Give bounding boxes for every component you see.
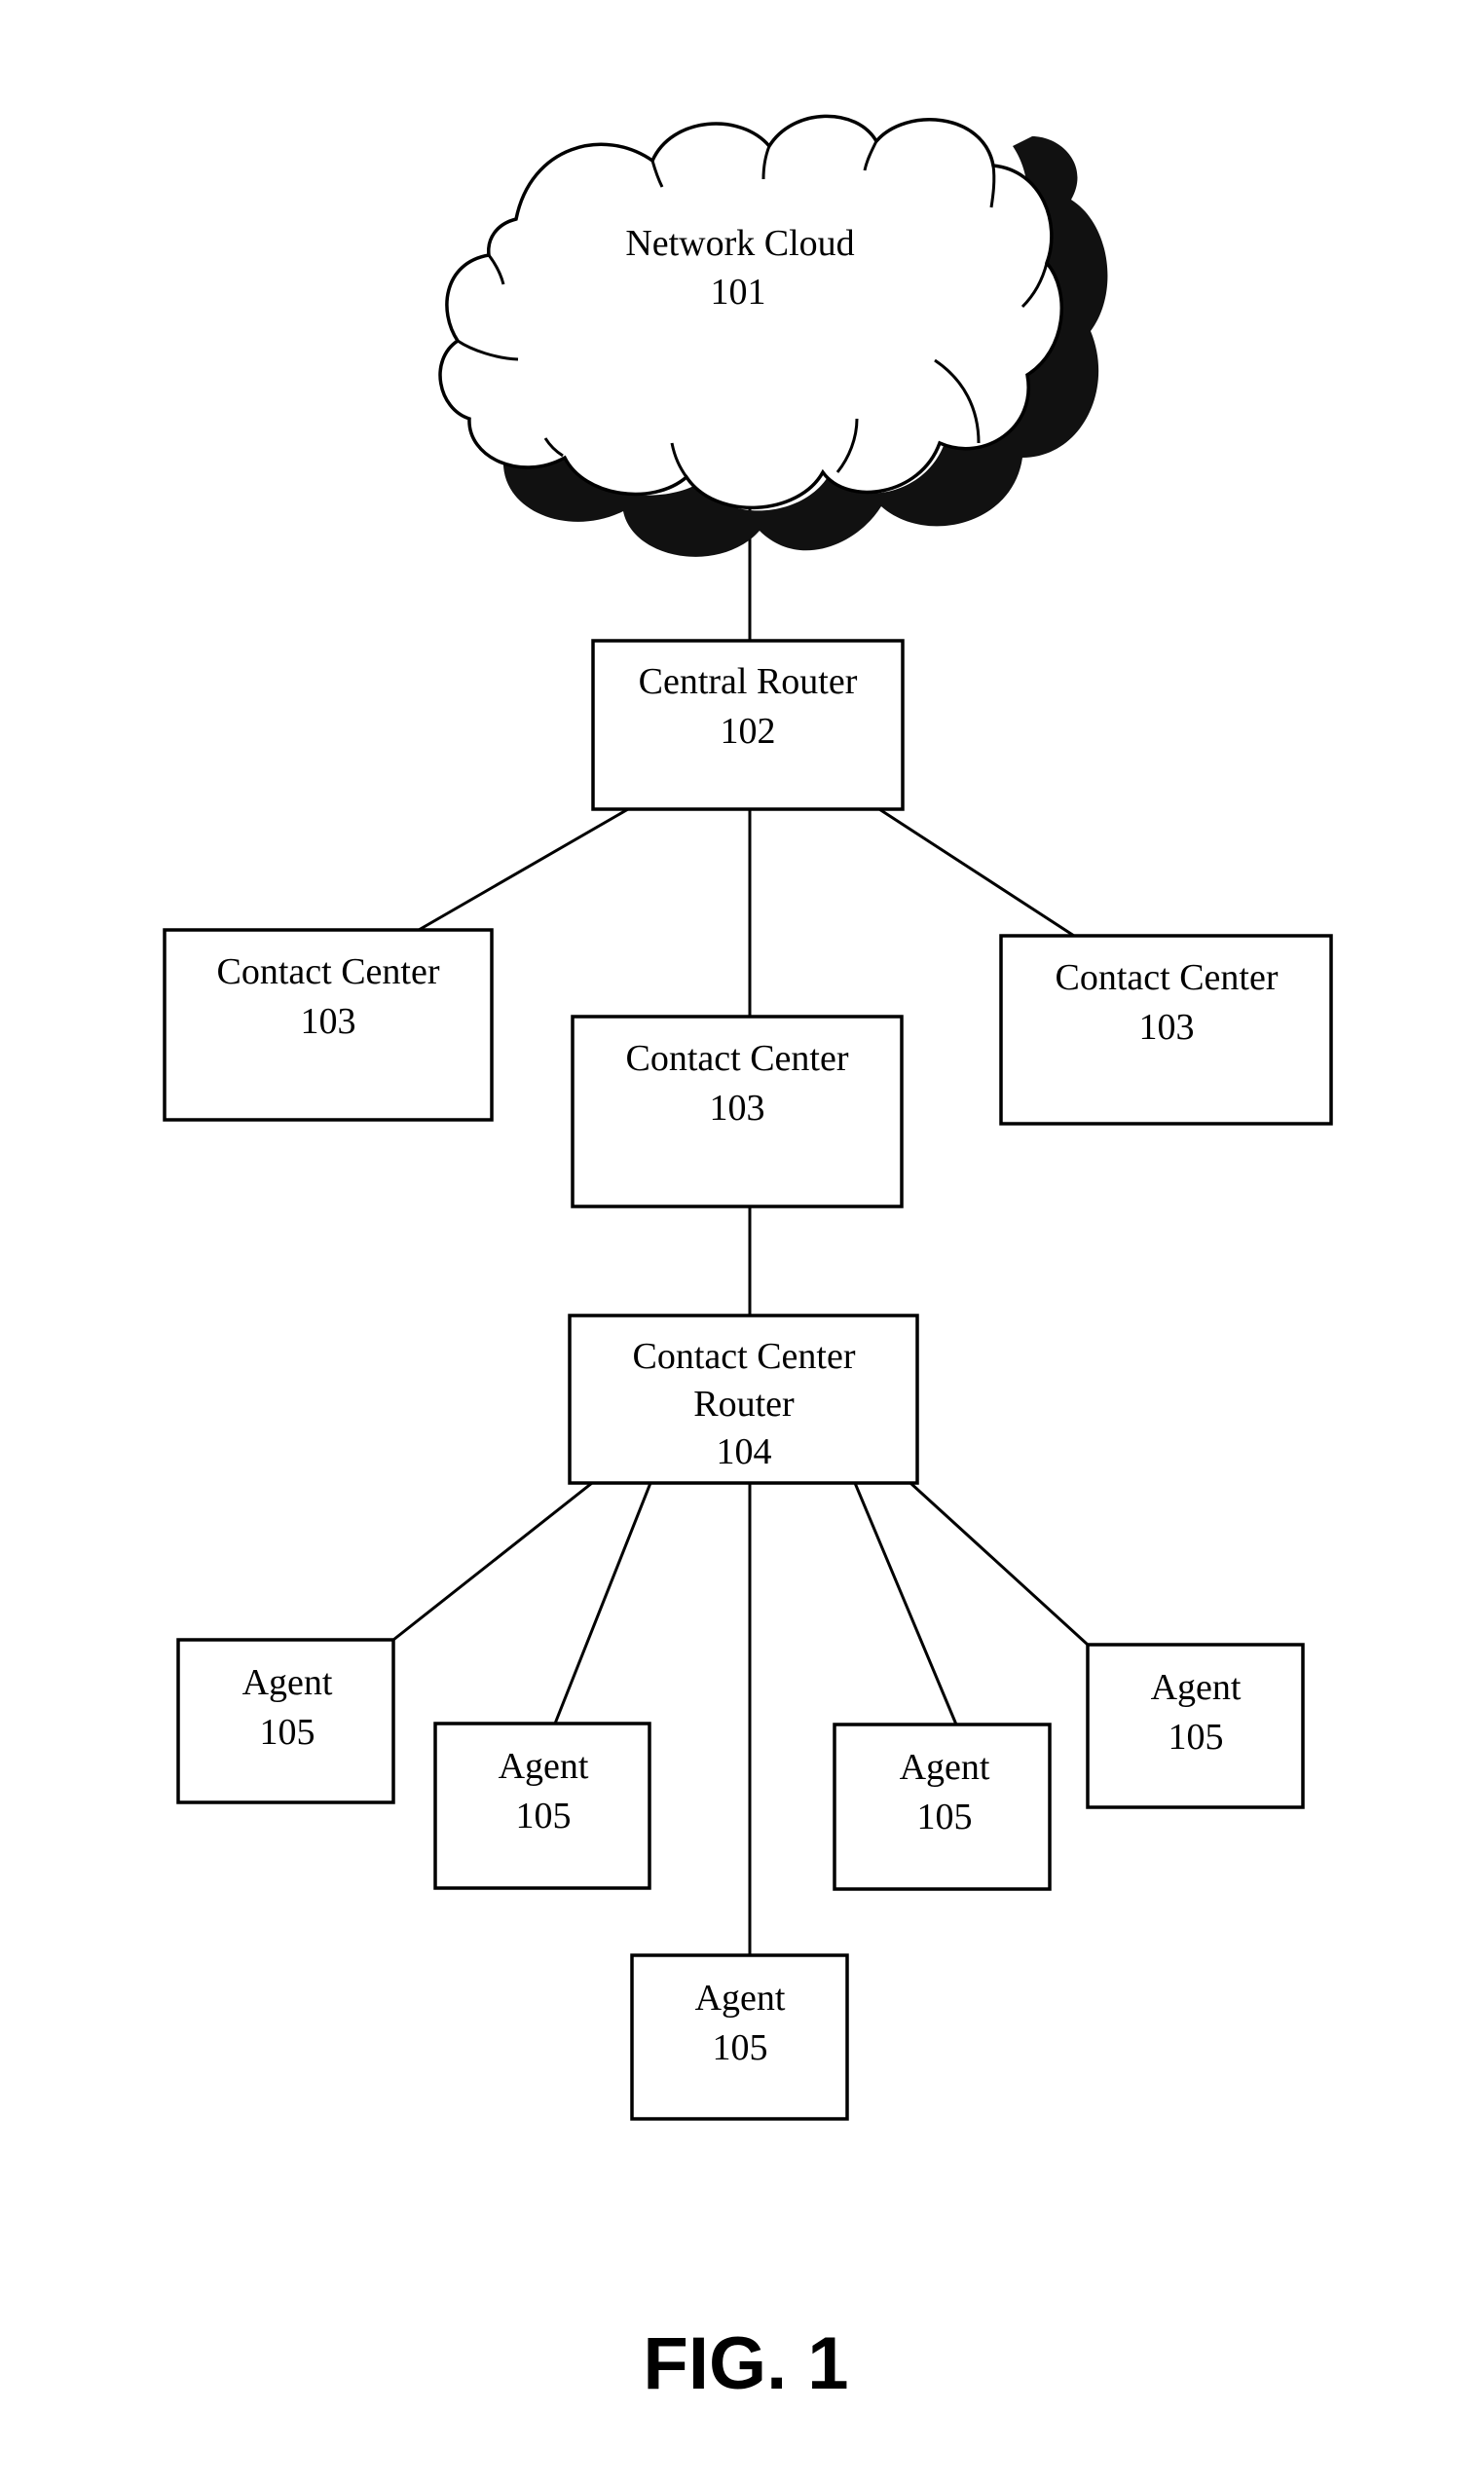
contact-center-router-label-line2: Router: [693, 1384, 795, 1425]
contact-center-router-label-line1: Contact Center: [633, 1336, 856, 1377]
agent-label-number: 105: [1169, 1717, 1224, 1758]
edge-router-agent-2: [553, 1482, 652, 1725]
agent-label-title: Agent: [900, 1747, 990, 1788]
contact-center-middle-node: Contact Center 103: [571, 1015, 904, 1208]
network-diagram: Network Cloud 101 Central Router 102 Con…: [163, 114, 1333, 2405]
edge-central-router-contact-center-left: [418, 807, 629, 932]
central-router-label-title: Central Router: [639, 661, 858, 702]
contact-center-right-node: Contact Center 103: [999, 934, 1333, 1126]
contact-center-right-label-title: Contact Center: [1056, 957, 1279, 998]
edge-router-agent-4: [853, 1482, 958, 1725]
agent-label-title: Agent: [499, 1746, 589, 1787]
contact-center-middle-label-number: 103: [710, 1088, 765, 1129]
agent-label-number: 105: [260, 1712, 315, 1753]
edge-router-agent-1: [392, 1481, 593, 1642]
network-cloud: Network Cloud 101: [438, 114, 1108, 557]
central-router-node: Central Router 102: [591, 639, 905, 811]
agent-node-1: Agent 105: [176, 1638, 395, 1804]
figure-label: FIG. 1: [643, 2322, 848, 2405]
contact-center-left-node: Contact Center 103: [163, 928, 494, 1122]
contact-center-right-label-number: 103: [1139, 1007, 1195, 1048]
agent-label-number: 105: [516, 1796, 572, 1836]
contact-center-left-label-title: Contact Center: [217, 951, 440, 992]
contact-center-left-label-number: 103: [301, 1001, 356, 1042]
agent-label-title: Agent: [695, 1978, 786, 2019]
agent-node-3: Agent 105: [630, 1953, 849, 2121]
agent-label-title: Agent: [242, 1662, 333, 1703]
cloud-label-number: 101: [711, 272, 766, 313]
cloud-label-title: Network Cloud: [625, 223, 854, 264]
central-router-label-number: 102: [721, 711, 776, 752]
agent-node-5: Agent 105: [1086, 1643, 1305, 1809]
edge-central-router-contact-center-right: [878, 807, 1075, 938]
agent-label-number: 105: [713, 2027, 768, 2068]
contact-center-router-node: Contact Center Router 104: [568, 1314, 919, 1485]
agent-label-title: Agent: [1151, 1667, 1242, 1708]
agent-label-number: 105: [917, 1797, 973, 1837]
agent-node-4: Agent 105: [833, 1723, 1052, 1891]
edge-router-agent-5: [909, 1481, 1090, 1647]
contact-center-router-label-number: 104: [717, 1431, 772, 1472]
agent-node-2: Agent 105: [433, 1722, 651, 1890]
contact-center-middle-label-title: Contact Center: [626, 1038, 849, 1079]
